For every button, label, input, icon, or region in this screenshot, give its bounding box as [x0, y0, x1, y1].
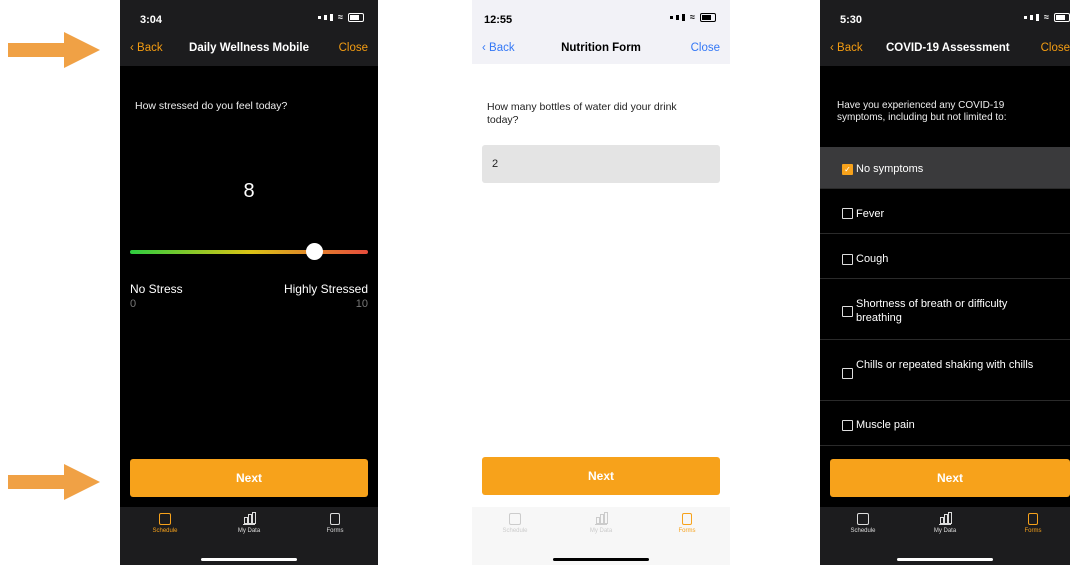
status-bar: 12:55 ≈ — [472, 0, 730, 38]
tab-my-data[interactable]: My Data — [224, 512, 274, 534]
close-button[interactable]: Close — [691, 42, 720, 54]
phone-covid-screen: 5:30 ≈ ‹ Back COVID-19 Assessment Close … — [820, 0, 1070, 565]
annotation-arrow-top — [8, 32, 100, 68]
battery-icon — [700, 12, 716, 22]
option-cough[interactable]: Cough — [820, 234, 1070, 279]
checkbox[interactable] — [842, 254, 853, 265]
tab-bar: Schedule My Data Forms — [472, 507, 730, 565]
checkbox[interactable] — [842, 306, 853, 317]
option-label: No symptoms — [856, 163, 924, 175]
next-button[interactable]: Next — [830, 459, 1070, 497]
bar-chart-icon — [243, 512, 256, 525]
wifi-icon: ≈ — [1044, 12, 1049, 22]
checkbox-checked[interactable]: ✓ — [842, 164, 853, 175]
slider-max-value: 10 — [355, 298, 368, 310]
slider-max-label: Highly Stressed — [283, 282, 368, 296]
status-time: 3:04 — [140, 14, 163, 26]
option-shortness-of-breath[interactable]: Shortness of breath or difficulty breath… — [820, 279, 1070, 340]
input-value: 2 — [492, 158, 499, 170]
nav-bar: ‹ Back COVID-19 Assessment Close — [820, 38, 1070, 66]
bar-chart-icon — [595, 512, 608, 525]
phone-nutrition-screen: 12:55 ≈ ‹ Back Nutrition Form Close How … — [472, 0, 730, 565]
status-icons: ≈ — [670, 12, 716, 22]
battery-icon — [1054, 12, 1070, 22]
next-button[interactable]: Next — [130, 459, 368, 497]
home-indicator — [553, 558, 649, 561]
option-muscle-pain[interactable]: Muscle pain — [820, 401, 1070, 446]
slider-min-value: 0 — [130, 298, 137, 310]
status-time: 5:30 — [840, 14, 863, 26]
slider-min-label: No Stress — [130, 282, 183, 296]
battery-icon — [348, 12, 364, 22]
option-label: Cough — [856, 253, 889, 265]
status-icons: ≈ — [1024, 12, 1070, 22]
wifi-icon: ≈ — [338, 12, 343, 22]
tab-bar: Schedule My Data Forms — [120, 507, 378, 565]
slider-value: 8 — [243, 180, 255, 202]
tab-my-data[interactable]: My Data — [920, 512, 970, 534]
document-icon — [1028, 513, 1038, 525]
tab-my-data[interactable]: My Data — [576, 512, 626, 534]
tab-schedule[interactable]: Schedule — [490, 513, 540, 534]
option-fever[interactable]: Fever — [820, 189, 1070, 234]
wifi-icon: ≈ — [690, 12, 695, 22]
water-bottles-input[interactable]: 2 — [482, 145, 720, 183]
nav-bar: ‹ Back Daily Wellness Mobile Close — [120, 38, 378, 66]
bar-chart-icon — [939, 512, 952, 525]
tab-schedule[interactable]: Schedule — [838, 513, 888, 534]
back-button[interactable]: ‹ Back — [830, 42, 863, 54]
calendar-icon — [857, 513, 869, 525]
tab-forms[interactable]: Forms — [310, 513, 360, 534]
document-icon — [330, 513, 340, 525]
question-text: Have you experienced any COVID-19 sympto… — [837, 100, 1007, 123]
home-indicator — [897, 558, 993, 561]
phone-stress-screen: 3:04 ≈ ‹ Back Daily Wellness Mobile Clos… — [120, 0, 378, 565]
close-button[interactable]: Close — [339, 42, 368, 54]
document-icon — [682, 513, 692, 525]
status-icons: ≈ — [318, 12, 364, 22]
page-title: COVID-19 Assessment — [886, 42, 1010, 54]
checkbox[interactable] — [842, 420, 853, 431]
tab-bar: Schedule My Data Forms — [820, 507, 1070, 565]
calendar-icon — [159, 513, 171, 525]
tab-schedule[interactable]: Schedule — [140, 513, 190, 534]
option-label: Muscle pain — [856, 419, 915, 431]
next-button[interactable]: Next — [482, 457, 720, 495]
option-chills[interactable]: Chills or repeated shaking with chills — [820, 340, 1070, 401]
annotation-arrow-bottom — [8, 464, 100, 500]
option-label: Shortness of breath or difficulty breath… — [856, 298, 1008, 324]
status-time: 12:55 — [484, 14, 513, 26]
status-bar: 3:04 ≈ — [120, 0, 378, 38]
question-text: How stressed do you feel today? — [135, 100, 288, 112]
stress-slider[interactable] — [130, 250, 368, 254]
nav-bar: ‹ Back Nutrition Form Close — [472, 38, 730, 64]
question-text: How many bottles of water did your drink… — [487, 101, 677, 126]
home-indicator — [201, 558, 297, 561]
option-label: Chills or repeated shaking with chills — [856, 359, 1034, 371]
checkbox[interactable] — [842, 368, 853, 379]
tab-forms[interactable]: Forms — [1008, 513, 1058, 534]
status-bar: 5:30 ≈ — [820, 0, 1070, 38]
close-button[interactable]: Close — [1041, 42, 1070, 54]
tab-forms[interactable]: Forms — [662, 513, 712, 534]
slider-thumb[interactable] — [306, 243, 323, 260]
option-no-symptoms[interactable]: ✓ No symptoms — [820, 147, 1070, 189]
option-label: Fever — [856, 208, 885, 220]
calendar-icon — [509, 513, 521, 525]
checkbox[interactable] — [842, 208, 853, 219]
